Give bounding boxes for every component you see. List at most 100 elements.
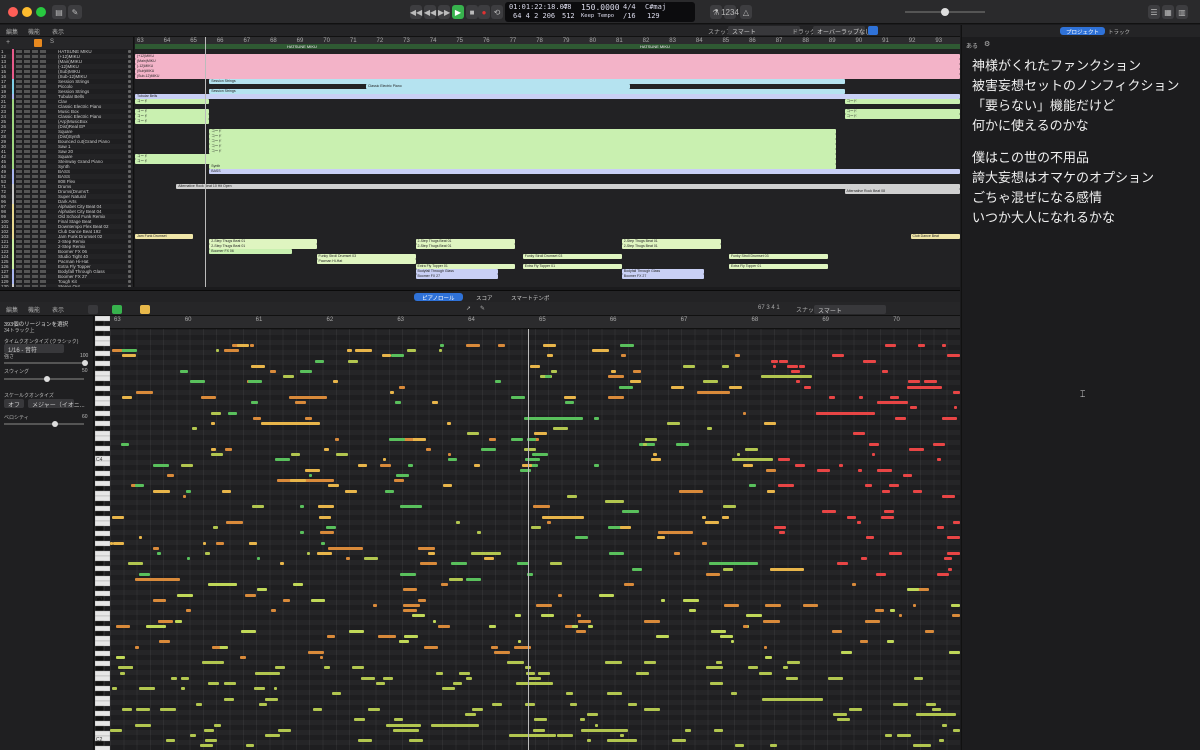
- track-mute-solo-buttons[interactable]: [16, 75, 48, 78]
- midi-note[interactable]: [795, 463, 806, 467]
- midi-note[interactable]: [355, 349, 373, 353]
- midi-note[interactable]: [593, 416, 600, 420]
- midi-note[interactable]: [138, 687, 156, 691]
- midi-note[interactable]: [304, 468, 321, 472]
- midi-note[interactable]: [542, 515, 584, 519]
- midi-note[interactable]: [134, 484, 145, 488]
- midi-note[interactable]: [577, 614, 581, 618]
- midi-note[interactable]: [317, 505, 334, 509]
- midi-note[interactable]: [403, 635, 418, 639]
- midi-note[interactable]: [205, 552, 211, 555]
- catch-playhead-icon[interactable]: [868, 26, 878, 35]
- piano-key-black[interactable]: [95, 465, 105, 472]
- midi-note[interactable]: [876, 572, 887, 576]
- midi-note[interactable]: [248, 380, 263, 384]
- midi-note[interactable]: [398, 640, 410, 644]
- midi-note[interactable]: [642, 442, 647, 446]
- midi-note[interactable]: [728, 385, 743, 389]
- midi-note[interactable]: [586, 739, 591, 743]
- midi-note[interactable]: [671, 385, 685, 389]
- midi-note[interactable]: [112, 349, 122, 353]
- midi-note[interactable]: [536, 604, 552, 607]
- midi-note[interactable]: [913, 489, 922, 493]
- midi-note[interactable]: [207, 682, 219, 685]
- midi-note[interactable]: [277, 728, 292, 732]
- midi-note[interactable]: [116, 624, 131, 628]
- track-mute-solo-buttons[interactable]: [16, 145, 48, 148]
- midi-note[interactable]: [906, 588, 920, 592]
- midi-note[interactable]: [939, 739, 944, 743]
- track-region[interactable]: Tubular Bells: [135, 94, 960, 99]
- midi-note[interactable]: [529, 364, 540, 368]
- midi-note[interactable]: [210, 453, 223, 457]
- midi-note[interactable]: [223, 349, 239, 353]
- midi-note[interactable]: [774, 526, 786, 529]
- midi-note[interactable]: [306, 552, 310, 555]
- midi-note[interactable]: [424, 645, 438, 649]
- midi-note[interactable]: [711, 630, 727, 633]
- midi-note[interactable]: [157, 552, 162, 555]
- pr-pointer-tool-icon[interactable]: ➚: [466, 305, 471, 312]
- pr-functions-menu[interactable]: 機能: [28, 305, 40, 314]
- midi-note[interactable]: [431, 401, 438, 405]
- midi-note[interactable]: [925, 702, 937, 706]
- midi-note[interactable]: [946, 354, 960, 358]
- midi-note[interactable]: [158, 640, 171, 644]
- midi-note[interactable]: [490, 645, 499, 649]
- track-region[interactable]: Club Dance Beat: [910, 234, 960, 239]
- midi-note[interactable]: [531, 526, 541, 529]
- midi-note[interactable]: [411, 604, 420, 607]
- track-region[interactable]: Funky Stroll Drumset 03: [729, 254, 828, 259]
- midi-note[interactable]: [883, 510, 895, 514]
- midi-note[interactable]: [552, 427, 568, 431]
- midi-note[interactable]: [307, 650, 324, 654]
- midi-note[interactable]: [323, 666, 331, 670]
- midi-note[interactable]: [543, 344, 557, 347]
- midi-note[interactable]: [852, 432, 865, 436]
- midi-note[interactable]: [933, 442, 946, 446]
- track-mute-solo-buttons[interactable]: [16, 170, 48, 173]
- midi-note[interactable]: [684, 489, 700, 493]
- midi-note[interactable]: [524, 702, 535, 706]
- midi-note[interactable]: [576, 630, 586, 633]
- midi-note[interactable]: [240, 630, 256, 633]
- midi-note[interactable]: [183, 494, 187, 498]
- midi-note[interactable]: [507, 661, 524, 665]
- midi-note[interactable]: [403, 609, 417, 613]
- midi-note[interactable]: [263, 671, 280, 675]
- midi-note[interactable]: [459, 671, 470, 675]
- midi-note[interactable]: [382, 458, 386, 462]
- midi-note[interactable]: [816, 411, 876, 415]
- midi-note[interactable]: [605, 500, 625, 503]
- midi-note[interactable]: [368, 708, 381, 711]
- piano-key-black[interactable]: [95, 355, 105, 362]
- midi-note[interactable]: [495, 380, 501, 384]
- midi-note[interactable]: [332, 380, 339, 384]
- midi-note[interactable]: [240, 656, 247, 659]
- piano-key-black[interactable]: [95, 655, 105, 662]
- midi-note[interactable]: [722, 505, 737, 509]
- midi-note[interactable]: [655, 635, 669, 639]
- midi-note[interactable]: [730, 692, 737, 696]
- midi-note[interactable]: [913, 604, 917, 607]
- midi-note[interactable]: [464, 713, 476, 717]
- midi-note[interactable]: [180, 463, 193, 467]
- marker-lane[interactable]: HATSUNE MIKU HATSUNE MIKU: [135, 44, 960, 49]
- midi-note[interactable]: [335, 453, 349, 457]
- midi-note[interactable]: [730, 640, 735, 644]
- piano-roll-grid[interactable]: [110, 329, 960, 750]
- midi-note[interactable]: [534, 432, 548, 436]
- track-mute-solo-buttons[interactable]: [16, 260, 48, 263]
- midi-note[interactable]: [706, 666, 722, 670]
- midi-note[interactable]: [594, 723, 598, 727]
- midi-note[interactable]: [742, 624, 748, 628]
- piano-key-white[interactable]: [95, 660, 110, 667]
- midi-note[interactable]: [528, 676, 542, 680]
- piano-key-white[interactable]: [95, 615, 110, 622]
- track-mute-solo-buttons[interactable]: [16, 185, 48, 188]
- midi-note[interactable]: [283, 598, 291, 602]
- midi-note[interactable]: [511, 437, 524, 441]
- piano-key-white[interactable]: [95, 435, 110, 442]
- midi-note[interactable]: [734, 744, 745, 748]
- midi-note[interactable]: [264, 734, 281, 737]
